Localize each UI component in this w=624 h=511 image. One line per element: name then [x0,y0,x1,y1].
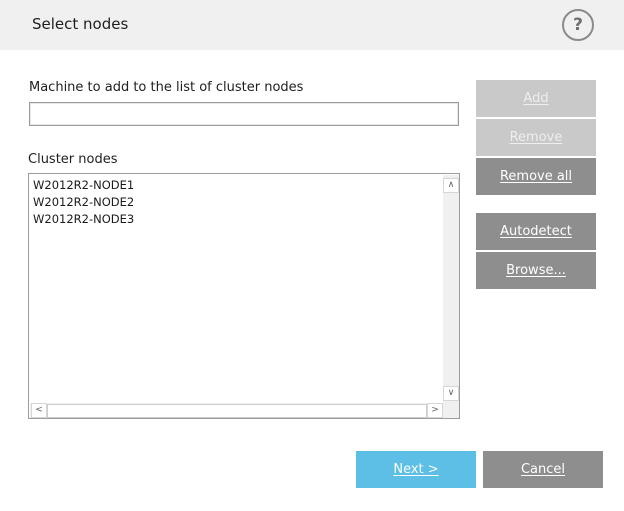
scroll-down-icon[interactable]: ∨ [443,386,459,401]
dialog-header: Select nodes ? [0,0,624,50]
remove-all-button[interactable]: Remove all [476,158,596,195]
machine-label: Machine to add to the list of cluster no… [29,80,304,95]
cluster-nodes-label: Cluster nodes [28,152,118,167]
autodetect-button[interactable]: Autodetect [476,213,596,250]
next-button[interactable]: Next > [356,451,476,488]
browse-button[interactable]: Browse... [476,252,596,289]
list-item[interactable]: W2012R2-NODE2 [33,194,134,211]
scroll-corner [443,403,459,418]
list-item[interactable]: W2012R2-NODE3 [33,211,134,228]
list-item[interactable]: W2012R2-NODE1 [33,177,134,194]
horizontal-scrollbar[interactable]: < > [30,403,443,418]
add-button[interactable]: Add [476,80,596,117]
horizontal-scroll-thumb[interactable] [47,404,427,418]
cancel-button[interactable]: Cancel [483,451,603,488]
scroll-right-icon[interactable]: > [427,403,443,418]
remove-button[interactable]: Remove [476,119,596,156]
vertical-scrollbar[interactable]: ∧ ∨ [443,175,459,403]
scroll-up-icon[interactable]: ∧ [443,178,459,193]
help-icon[interactable]: ? [562,9,594,41]
cluster-nodes-list[interactable]: W2012R2-NODE1 W2012R2-NODE2 W2012R2-NODE… [28,173,460,419]
scroll-left-icon[interactable]: < [31,403,47,418]
machine-input[interactable] [29,102,459,126]
dialog-title: Select nodes [32,15,129,33]
